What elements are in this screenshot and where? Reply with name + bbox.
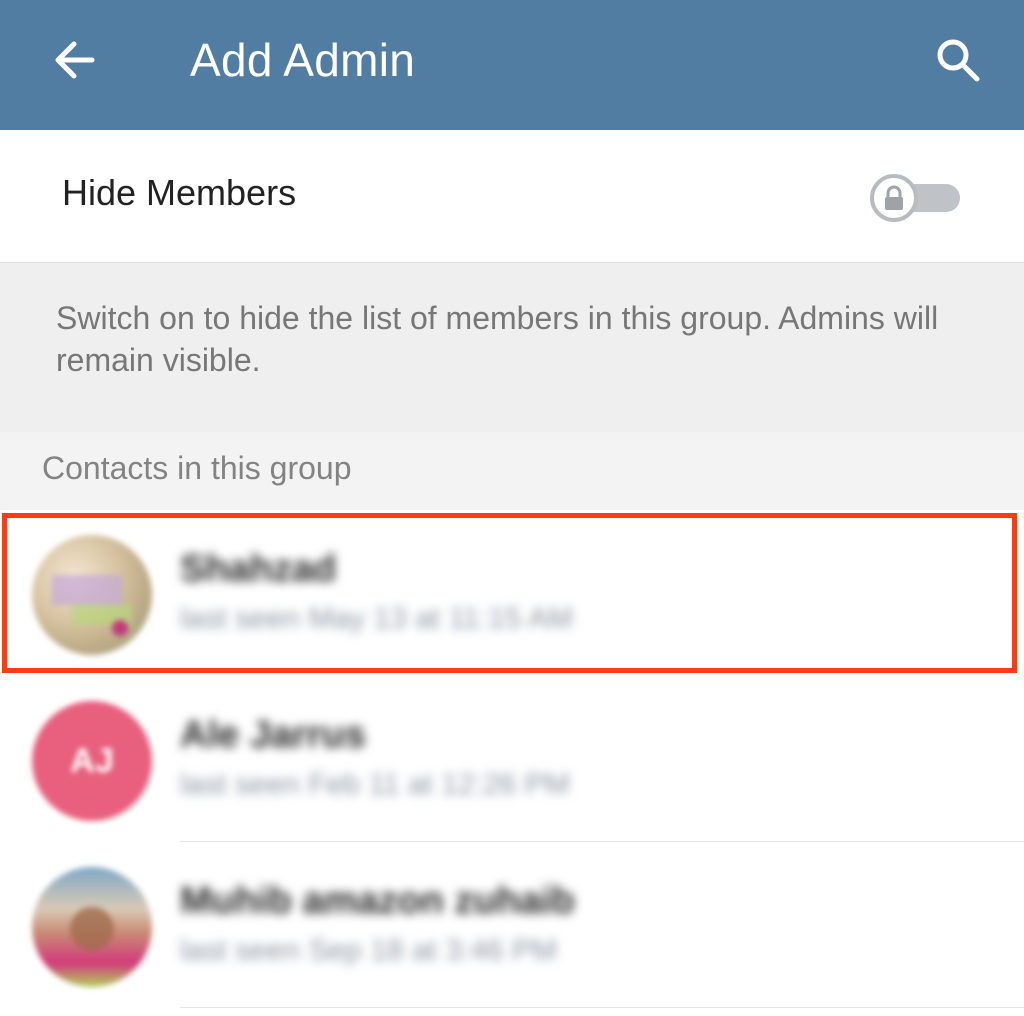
list-item[interactable]: Muhib amazon zuhaib last seen Sep 18 at … xyxy=(0,842,1024,1008)
avatar xyxy=(32,867,152,987)
arrow-left-icon xyxy=(55,41,95,79)
contact-name: Muhib amazon zuhaib xyxy=(180,880,575,922)
contact-name: Ale Jarrus xyxy=(180,714,366,756)
app-bar: Add Admin xyxy=(0,0,1024,130)
section-title: Contacts in this group xyxy=(42,450,352,486)
search-icon xyxy=(937,39,980,82)
back-button[interactable] xyxy=(44,30,104,90)
info-panel: Switch on to hide the list of members in… xyxy=(0,262,1024,433)
avatar: AJ xyxy=(32,701,152,821)
hide-members-label: Hide Members xyxy=(62,172,297,213)
contact-status: last seen Sep 18 at 3:46 PM xyxy=(180,934,557,967)
section-header: Contacts in this group xyxy=(0,432,1024,510)
hide-members-toggle[interactable] xyxy=(870,174,960,222)
search-button[interactable] xyxy=(928,30,988,90)
page-title: Add Admin xyxy=(190,34,416,86)
avatar-initials: AJ xyxy=(70,741,114,780)
highlight-box xyxy=(2,513,1017,673)
list-item[interactable]: AJ Ale Jarrus last seen Feb 11 at 12:26 … xyxy=(0,676,1024,842)
lock-icon xyxy=(885,185,903,210)
divider xyxy=(180,1007,1024,1008)
hide-members-description: Switch on to hide the list of members in… xyxy=(56,300,939,378)
toggle-knob xyxy=(870,174,918,222)
contact-status: last seen Feb 11 at 12:26 PM xyxy=(180,768,570,801)
